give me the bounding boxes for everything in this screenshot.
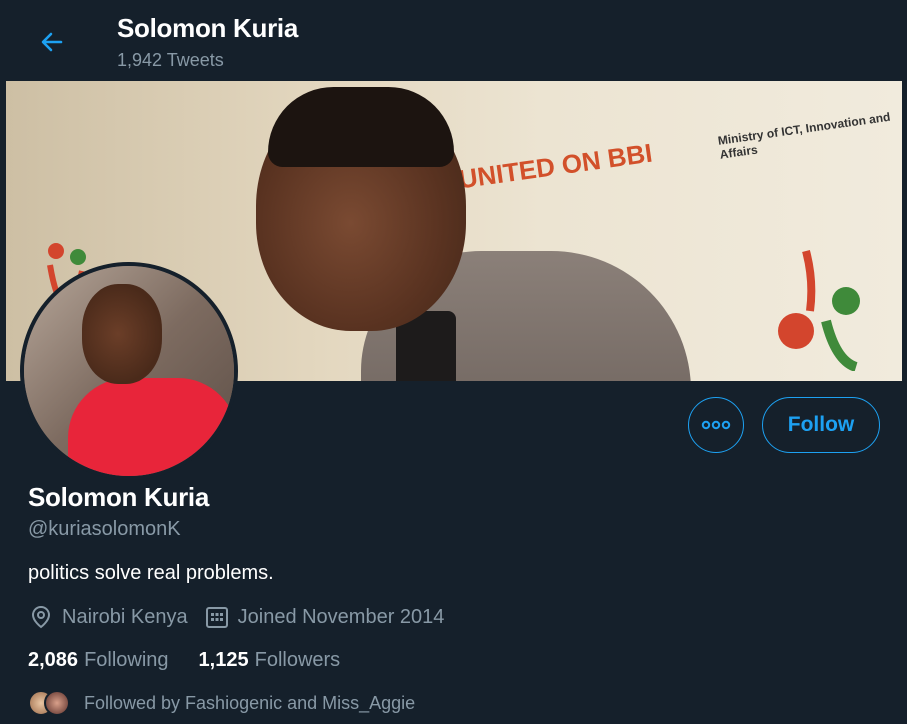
- header-title: Solomon Kuria: [117, 13, 298, 43]
- followers-label: Followers: [254, 649, 341, 671]
- follow-button[interactable]: Follow: [762, 397, 880, 453]
- more-dots-icon: [701, 420, 731, 430]
- follower-avatar: [44, 690, 70, 716]
- followers-link[interactable]: 1,125 Followers: [199, 649, 341, 672]
- following-count: 2,086: [28, 649, 79, 671]
- avatar-shirt: [68, 378, 234, 476]
- profile-header: Solomon Kuria 1,942 Tweets: [6, 0, 902, 81]
- location-pin-icon: [31, 605, 51, 629]
- followed-by-row[interactable]: Followed by Fashiogenic and Miss_Aggie: [28, 690, 415, 716]
- profile-bio: politics solve real problems.: [28, 562, 274, 584]
- avatar-face: [82, 284, 162, 384]
- banner-slogan: UNITED ON BBI: [456, 137, 655, 195]
- calendar-icon: [205, 607, 228, 628]
- followed-by-text: Followed by Fashiogenic and Miss_Aggie: [84, 692, 416, 713]
- banner-hair: [268, 87, 454, 167]
- banner-emblem-icon: [778, 249, 860, 371]
- profile-avatar[interactable]: [20, 262, 238, 480]
- followers-count: 1,125: [198, 649, 249, 671]
- profile-stats: 2,086 Following 1,125 Followers: [28, 649, 340, 672]
- profile-location: Nairobi Kenya: [62, 605, 188, 628]
- profile-joined: Joined November 2014: [237, 605, 445, 628]
- following-link[interactable]: 2,086 Following: [28, 649, 169, 672]
- tweet-count: 1,942 Tweets: [117, 50, 224, 70]
- arrow-left-icon: [41, 32, 63, 52]
- profile-handle: @kuriasolomonK: [28, 518, 181, 540]
- profile-name: Solomon Kuria: [28, 482, 209, 512]
- profile-meta: Nairobi Kenya Joined November 2014: [28, 604, 444, 630]
- following-label: Following: [84, 649, 169, 671]
- banner-caption: Ministry of ICT, Innovation and Affairs: [716, 109, 892, 162]
- back-button[interactable]: [34, 24, 70, 60]
- more-options-button[interactable]: [688, 397, 744, 453]
